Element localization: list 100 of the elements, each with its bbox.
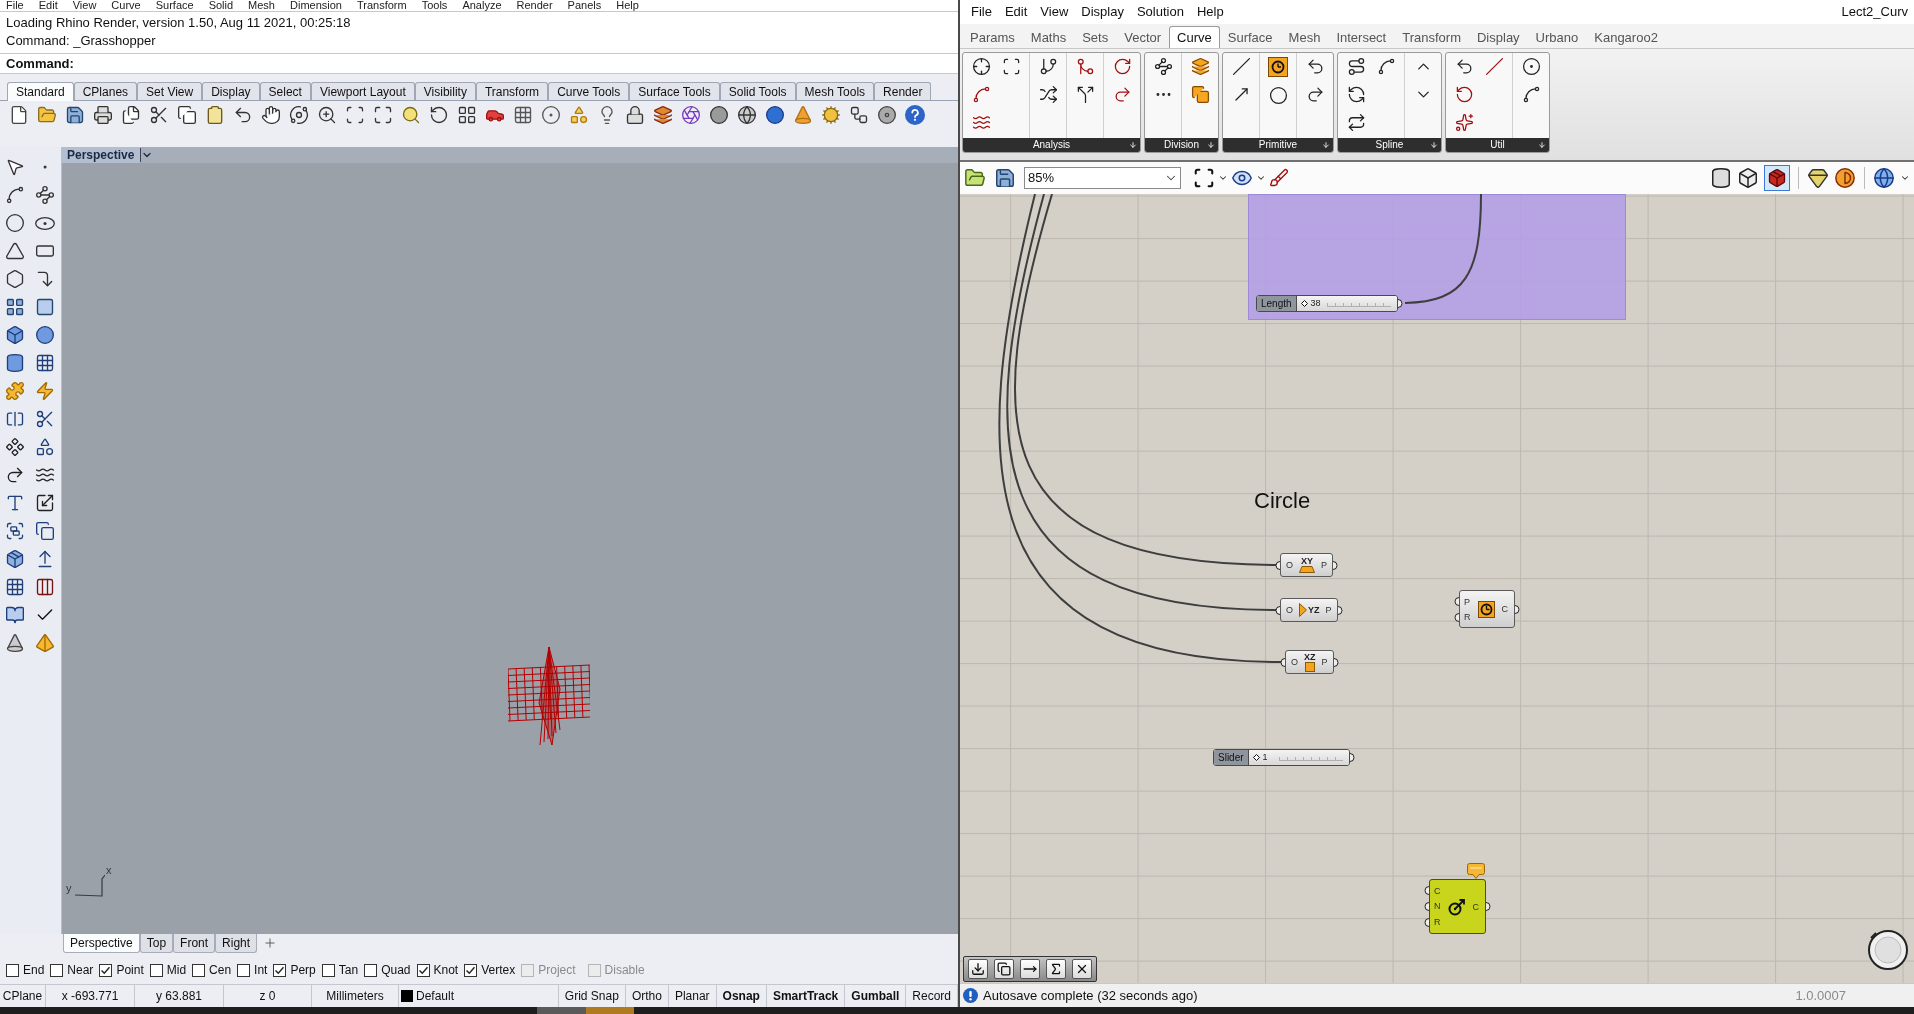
message-balloon-icon[interactable] xyxy=(1467,863,1485,879)
component-tab[interactable]: Sets xyxy=(1074,26,1117,48)
number-slider[interactable]: Length 38 xyxy=(1256,295,1398,312)
curved-arrow-icon[interactable] xyxy=(5,465,25,485)
scissors-icon[interactable] xyxy=(149,105,169,125)
ring-icon[interactable] xyxy=(1868,930,1908,970)
toolbar-tab[interactable]: Standard xyxy=(7,82,74,101)
toolbar-tab[interactable]: Solid Tools xyxy=(719,82,796,100)
output-grip-icon[interactable] xyxy=(1397,299,1403,308)
panel-label-bar[interactable]: Spline xyxy=(1338,138,1441,152)
four-squares-icon[interactable] xyxy=(457,105,477,125)
globe-icon[interactable] xyxy=(1873,167,1895,189)
slider-track[interactable]: 38 xyxy=(1296,296,1397,311)
lightning-icon[interactable] xyxy=(35,381,55,401)
osnap-checkbox[interactable] xyxy=(364,963,378,977)
viewport-tab[interactable]: Right xyxy=(215,934,258,953)
circle-point-icon[interactable] xyxy=(541,105,561,125)
corner-frame-icon[interactable] xyxy=(1001,57,1021,76)
toolbar-tab[interactable]: Select xyxy=(259,82,311,100)
panel-label-bar[interactable]: Analysis xyxy=(963,138,1140,152)
gear-icon[interactable] xyxy=(821,105,841,125)
grid-icon[interactable] xyxy=(5,577,25,597)
clock-tile-icon[interactable] xyxy=(1268,57,1288,77)
corner-frame-icon[interactable] xyxy=(345,105,365,125)
down-arrow-icon[interactable] xyxy=(1538,141,1546,149)
sphere-icon[interactable] xyxy=(35,325,55,345)
viewport-tab[interactable]: Top xyxy=(139,934,174,953)
open-folder-icon[interactable] xyxy=(37,105,57,125)
menu-item[interactable]: Panels xyxy=(567,0,602,11)
box-icon[interactable] xyxy=(1737,167,1759,189)
aperture-icon[interactable] xyxy=(681,105,701,125)
input-grip-icon[interactable] xyxy=(1275,560,1280,570)
viewport-title[interactable]: Perspective xyxy=(62,147,141,163)
grid-icon[interactable] xyxy=(513,105,533,125)
osnap-checkbox[interactable] xyxy=(50,963,64,977)
menu-item[interactable]: Dimension xyxy=(290,0,342,11)
stacked-copies-icon[interactable] xyxy=(1190,85,1210,104)
viewport-tab[interactable]: Front xyxy=(173,934,216,953)
osnap-checkbox[interactable] xyxy=(192,963,206,977)
curve-points-icon[interactable] xyxy=(1376,57,1396,76)
input-grip-icon[interactable] xyxy=(1275,605,1280,615)
curve-icon[interactable] xyxy=(5,185,25,205)
output-grip-icon[interactable] xyxy=(1333,657,1339,667)
book-icon[interactable] xyxy=(5,605,25,625)
component-tab[interactable]: Vector xyxy=(1116,26,1170,48)
half-circle-icon[interactable] xyxy=(1834,167,1856,189)
corner-arrow-icon[interactable] xyxy=(35,269,55,289)
grid-icon[interactable] xyxy=(35,353,55,373)
save-icon[interactable] xyxy=(994,167,1016,189)
viewport[interactable]: Perspective y x xyxy=(62,147,958,934)
plane-component[interactable]: O XZ P xyxy=(1285,650,1334,674)
osnap-checkbox[interactable] xyxy=(416,963,430,977)
components-icon[interactable] xyxy=(5,437,25,457)
menu-item[interactable]: Edit xyxy=(38,0,58,11)
rotate-arrow-icon[interactable] xyxy=(1454,85,1474,104)
menu-item[interactable]: Solid xyxy=(208,0,234,11)
dropdown-caret-icon[interactable] xyxy=(1900,173,1910,183)
globe-icon[interactable] xyxy=(737,105,757,125)
cylinder-icon[interactable] xyxy=(1710,167,1732,189)
component-tab[interactable]: Params xyxy=(962,26,1023,48)
stacked-layers-icon[interactable] xyxy=(1190,57,1210,76)
ellipse-icon[interactable] xyxy=(35,216,55,230)
scribble-text[interactable]: Circle xyxy=(1254,488,1311,514)
toolbar-tab[interactable]: Viewport Layout xyxy=(310,82,415,100)
component-tab[interactable]: Maths xyxy=(1022,26,1075,48)
panel-label-bar[interactable]: Division xyxy=(1145,138,1218,152)
down-arrow-icon[interactable] xyxy=(1322,141,1330,149)
package-icon[interactable] xyxy=(5,549,25,569)
scale-icon[interactable] xyxy=(35,493,55,513)
menu-item[interactable]: Mesh xyxy=(248,0,275,11)
menu-item[interactable]: Help xyxy=(1196,2,1224,22)
sphere-icon[interactable] xyxy=(765,105,785,125)
waypoints-icon[interactable] xyxy=(1153,57,1173,76)
curve-icon[interactable] xyxy=(971,85,991,104)
output-grip-icon[interactable] xyxy=(1515,604,1520,614)
close-icon[interactable] xyxy=(1072,959,1092,979)
panel-label-bar[interactable]: Util xyxy=(1446,138,1549,152)
menu-item[interactable]: View xyxy=(1040,2,1069,22)
shuffle-icon[interactable] xyxy=(1038,85,1058,104)
plane-component[interactable]: O YZ P xyxy=(1280,598,1338,622)
wave-icon[interactable] xyxy=(971,113,991,132)
magnifier-icon[interactable] xyxy=(401,105,421,125)
menu-item[interactable]: Surface xyxy=(155,0,194,11)
menu-item[interactable]: Analyze xyxy=(462,0,502,11)
osnap-checkbox[interactable] xyxy=(273,963,287,977)
sigma-icon[interactable] xyxy=(1046,959,1066,979)
component-tab[interactable]: Mesh xyxy=(1280,26,1329,48)
panel-label-bar[interactable]: Primitive xyxy=(1223,138,1333,152)
brush-icon[interactable] xyxy=(1269,168,1289,188)
toolbar-tab[interactable]: Visibility xyxy=(414,82,476,100)
toolbar-tab[interactable]: Mesh Tools xyxy=(795,82,875,100)
new-file-icon[interactable] xyxy=(9,105,29,125)
output-grip-icon[interactable] xyxy=(1486,902,1491,911)
columns-icon[interactable] xyxy=(35,577,55,597)
disc-icon[interactable] xyxy=(877,105,897,125)
menu-item[interactable]: Edit xyxy=(1004,2,1028,22)
menu-item[interactable]: Display xyxy=(1081,2,1124,22)
copy-icon[interactable] xyxy=(177,105,197,125)
open-folder-icon[interactable] xyxy=(964,167,986,189)
slider-grip-icon[interactable] xyxy=(1300,300,1308,307)
